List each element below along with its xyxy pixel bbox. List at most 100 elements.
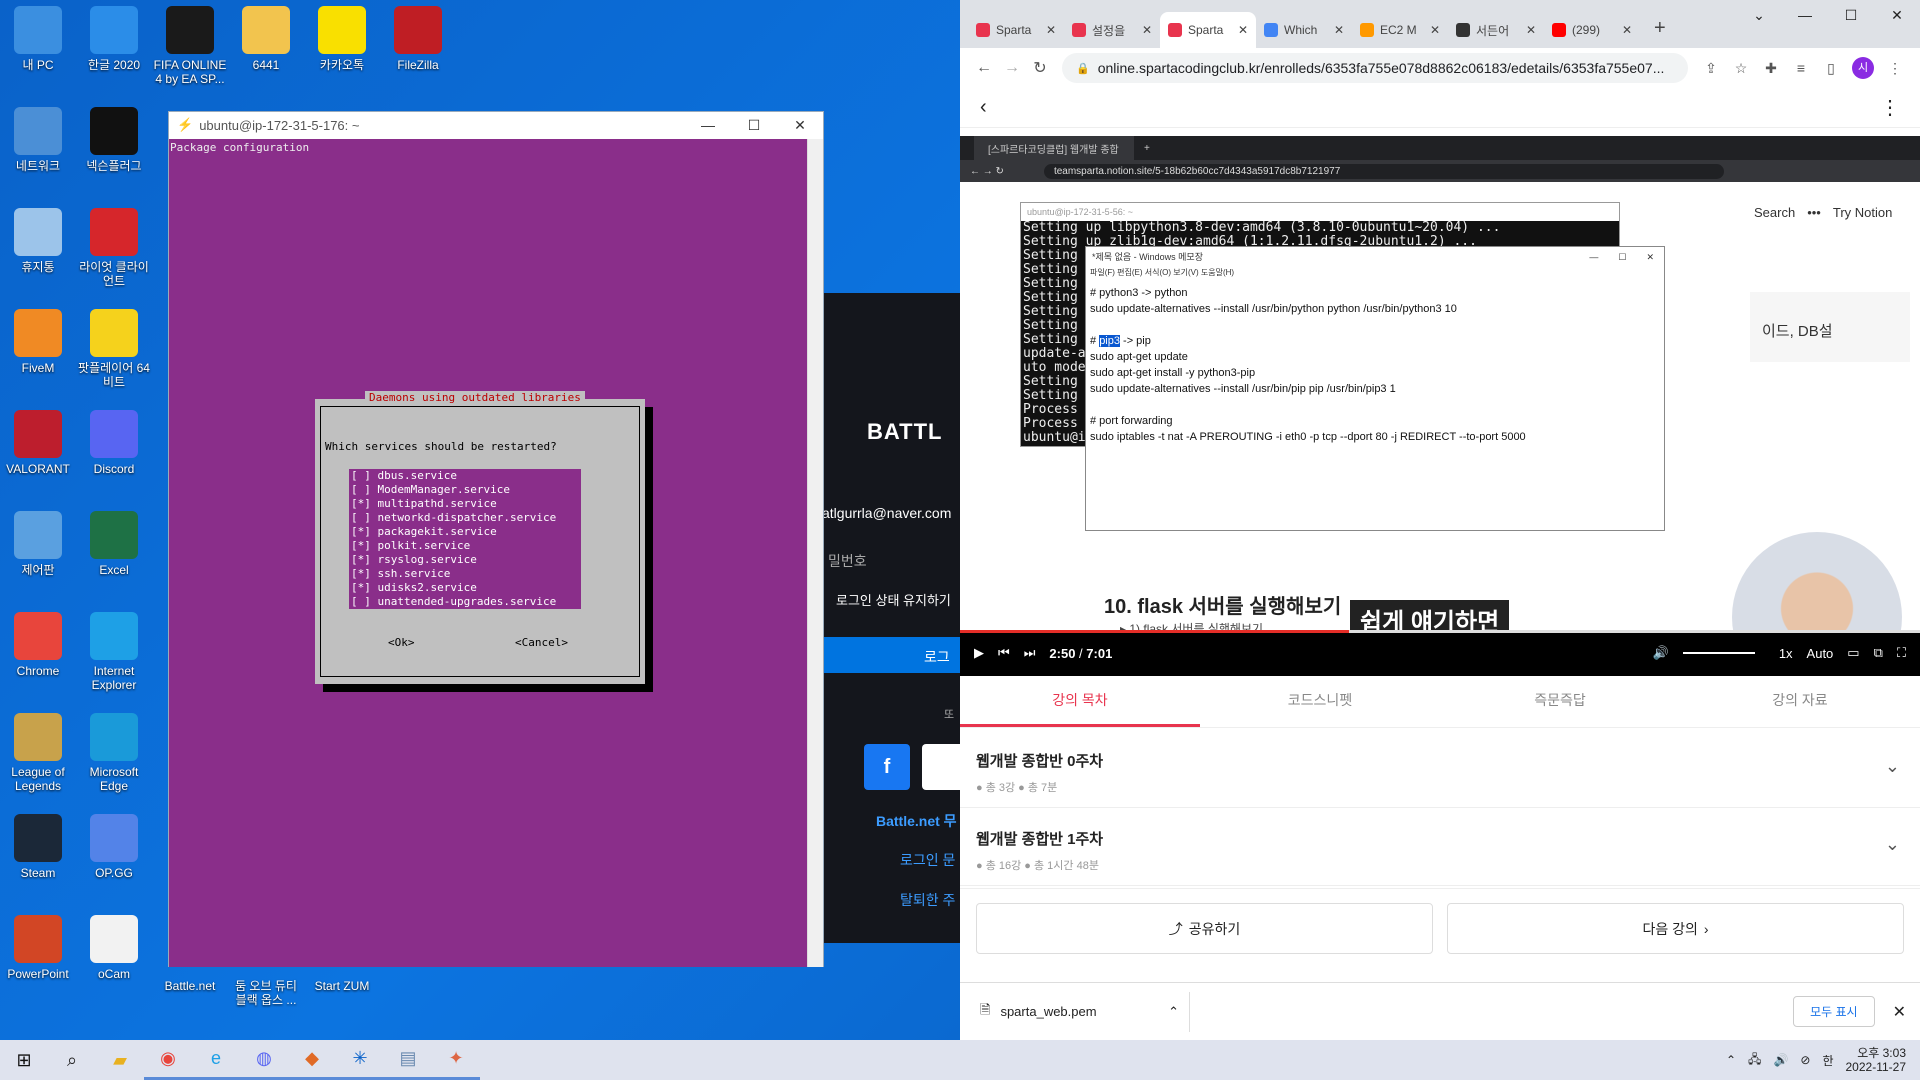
tray-app-icon[interactable]: ⊘ xyxy=(1800,1053,1810,1067)
login-help-link[interactable]: 로그인 문 xyxy=(900,850,955,870)
close-download-bar-icon[interactable]: ✕ xyxy=(1893,1002,1906,1022)
pip-icon[interactable]: ⧉ xyxy=(1874,645,1883,661)
desktop-icon[interactable]: 6441 xyxy=(228,6,304,72)
profile-avatar[interactable]: 시 xyxy=(1852,57,1874,79)
desktop-icon[interactable]: PowerPoint xyxy=(0,915,76,981)
show-all-button[interactable]: 모두 표시 xyxy=(1793,996,1875,1027)
lecture-tab[interactable]: 즉문즉답 xyxy=(1440,676,1680,727)
volume-slider[interactable] xyxy=(1682,652,1755,654)
subtitles-icon[interactable]: ▭ xyxy=(1847,645,1859,661)
putty-taskbar-icon[interactable]: ▤ xyxy=(384,1040,432,1080)
desktop-icon[interactable]: Battle.net xyxy=(152,979,228,993)
minimize-button[interactable]: — xyxy=(1782,0,1828,30)
stay-logged-checkbox[interactable]: 로그인 상태 유지하기 xyxy=(836,590,951,609)
desktop-icon[interactable]: 카카오톡 xyxy=(304,6,380,72)
tray-expand-icon[interactable]: ⌃ xyxy=(1726,1053,1736,1067)
battlenet-taskbar-icon[interactable]: ✳ xyxy=(336,1040,384,1080)
next-lecture-button[interactable]: 다음 강의 › xyxy=(1447,903,1904,954)
desktop-icon[interactable]: 둠 오브 듀티 블랙 옵스 ... xyxy=(228,979,304,1007)
desktop-icon[interactable]: Excel xyxy=(76,511,152,577)
service-option[interactable]: [*] polkit.service xyxy=(351,539,581,553)
tab-close-icon[interactable]: ✕ xyxy=(1046,23,1056,37)
terminal-scrollbar[interactable] xyxy=(807,139,823,967)
desktop-icon[interactable]: oCam xyxy=(76,915,152,981)
quality-button[interactable]: Auto xyxy=(1807,646,1834,661)
week-item[interactable]: 웹개발 종합반 0주차 ● 총 3강 ● 총 7분 ⌄ xyxy=(960,730,1920,808)
desktop-icon[interactable]: 한글 2020 xyxy=(76,6,152,72)
bookmark-star-icon[interactable]: ☆ xyxy=(1726,60,1756,77)
back-icon[interactable]: ← xyxy=(970,59,998,77)
browser-tab[interactable]: Sparta ✕ xyxy=(968,12,1064,48)
battlenet-free-link[interactable]: Battle.net 무 xyxy=(876,811,957,831)
app2-taskbar-icon[interactable]: ✦ xyxy=(432,1040,480,1080)
desktop-icon[interactable]: 넥슨플러그 xyxy=(76,107,152,173)
service-option[interactable]: [ ] dbus.service xyxy=(351,469,581,483)
desktop-icon[interactable]: FiveM xyxy=(0,309,76,375)
close-button[interactable]: ✕ xyxy=(777,117,823,134)
desktop-icon[interactable]: 휴지통 xyxy=(0,208,76,274)
service-option[interactable]: [*] ssh.service xyxy=(351,567,581,581)
start-button[interactable]: ⊞ xyxy=(0,1040,48,1080)
desktop-icon[interactable]: 팟플레이어 64 비트 xyxy=(76,309,152,389)
service-option[interactable]: [*] udisks2.service xyxy=(351,581,581,595)
app-taskbar-icon[interactable]: ◆ xyxy=(288,1040,336,1080)
share-button[interactable]: ⤴ 공유하기 xyxy=(976,903,1433,954)
tab-close-icon[interactable]: ✕ xyxy=(1622,23,1632,37)
service-option[interactable]: [*] rsyslog.service xyxy=(351,553,581,567)
browser-tab[interactable]: 서든어 ✕ xyxy=(1448,12,1544,48)
file-explorer-icon[interactable]: ▰ xyxy=(96,1040,144,1080)
close-button[interactable]: ✕ xyxy=(1874,0,1920,30)
volume-icon[interactable]: 🔊 xyxy=(1653,645,1669,661)
ok-button[interactable]: <Ok> xyxy=(388,636,415,649)
cancel-button[interactable]: <Cancel> xyxy=(515,636,568,649)
desktop-icon[interactable]: League of Legends xyxy=(0,713,76,793)
network-icon[interactable]: 🖧 xyxy=(1748,1050,1761,1071)
login-button[interactable]: 로그 xyxy=(822,637,968,673)
ime-indicator[interactable]: 한 xyxy=(1822,1052,1833,1069)
lecture-tab[interactable]: 코드스니펫 xyxy=(1200,676,1440,727)
browser-tab[interactable]: Which ✕ xyxy=(1256,12,1352,48)
lecture-tab[interactable]: 강의 자료 xyxy=(1680,676,1920,727)
tab-close-icon[interactable]: ✕ xyxy=(1526,23,1536,37)
extensions-icon[interactable]: ✚ xyxy=(1756,60,1786,77)
service-option[interactable]: [*] multipathd.service xyxy=(351,497,581,511)
tab-close-icon[interactable]: ✕ xyxy=(1430,23,1440,37)
desktop-icon[interactable]: 내 PC xyxy=(0,6,76,72)
facebook-button[interactable]: f xyxy=(864,744,910,790)
service-option[interactable]: [ ] ModemManager.service xyxy=(351,483,581,497)
reload-icon[interactable]: ↻ xyxy=(1026,58,1054,78)
desktop-icon[interactable]: Steam xyxy=(0,814,76,880)
video-player[interactable]: [스파르타코딩클럽] 웹개발 종합 + ← → ↻ teamsparta.not… xyxy=(960,136,1920,676)
terminal[interactable]: Package configuration Daemons using outd… xyxy=(169,139,807,967)
search-icon[interactable]: ⌕ xyxy=(48,1040,96,1080)
browser-tab[interactable]: Sparta ✕ xyxy=(1160,12,1256,48)
more-icon[interactable]: ⋮ xyxy=(1880,95,1900,120)
desktop-icon[interactable]: 제어판 xyxy=(0,511,76,577)
desktop-icon[interactable]: Microsoft Edge xyxy=(76,713,152,793)
download-item[interactable]: 🗎 sparta_web.pem ⌃ xyxy=(980,991,1190,1032)
service-option[interactable]: [*] packagekit.service xyxy=(351,525,581,539)
share-icon[interactable]: ⇪ xyxy=(1696,60,1726,77)
chevron-up-icon[interactable]: ⌃ xyxy=(1168,1004,1179,1020)
desktop-icon[interactable]: Discord xyxy=(76,410,152,476)
browser-tab[interactable]: (299) ✕ xyxy=(1544,12,1640,48)
putty-titlebar[interactable]: ⚡ ubuntu@ip-172-31-5-176: ~ — ☐ ✕ xyxy=(169,112,823,138)
chevron-down-icon[interactable]: ⌄ xyxy=(1885,756,1900,777)
email-field[interactable]: atlgurrla@naver.com xyxy=(822,505,951,521)
chevron-down-icon[interactable]: ⌄ xyxy=(1885,834,1900,855)
leave-link[interactable]: 탈퇴한 주 xyxy=(900,890,955,910)
desktop-icon[interactable]: FileZilla xyxy=(380,6,456,72)
ie-taskbar-icon[interactable]: e xyxy=(192,1040,240,1080)
desktop-icon[interactable]: Internet Explorer xyxy=(76,612,152,692)
discord-taskbar-icon[interactable]: ◍ xyxy=(240,1040,288,1080)
desktop-icon[interactable]: OP.GG xyxy=(76,814,152,880)
maximize-button[interactable]: ☐ xyxy=(1828,0,1874,30)
progress-bar[interactable] xyxy=(960,630,1920,633)
menu-icon[interactable]: ⋮ xyxy=(1880,60,1910,77)
volume-icon[interactable]: 🔊 xyxy=(1773,1053,1788,1067)
side-panel-icon[interactable]: ▯ xyxy=(1816,60,1846,77)
browser-tab[interactable]: EC2 M ✕ xyxy=(1352,12,1448,48)
new-tab-button[interactable]: + xyxy=(1640,17,1666,48)
media-icon[interactable]: ≡ xyxy=(1786,60,1816,76)
next-icon[interactable]: ⏭ xyxy=(1024,645,1036,661)
